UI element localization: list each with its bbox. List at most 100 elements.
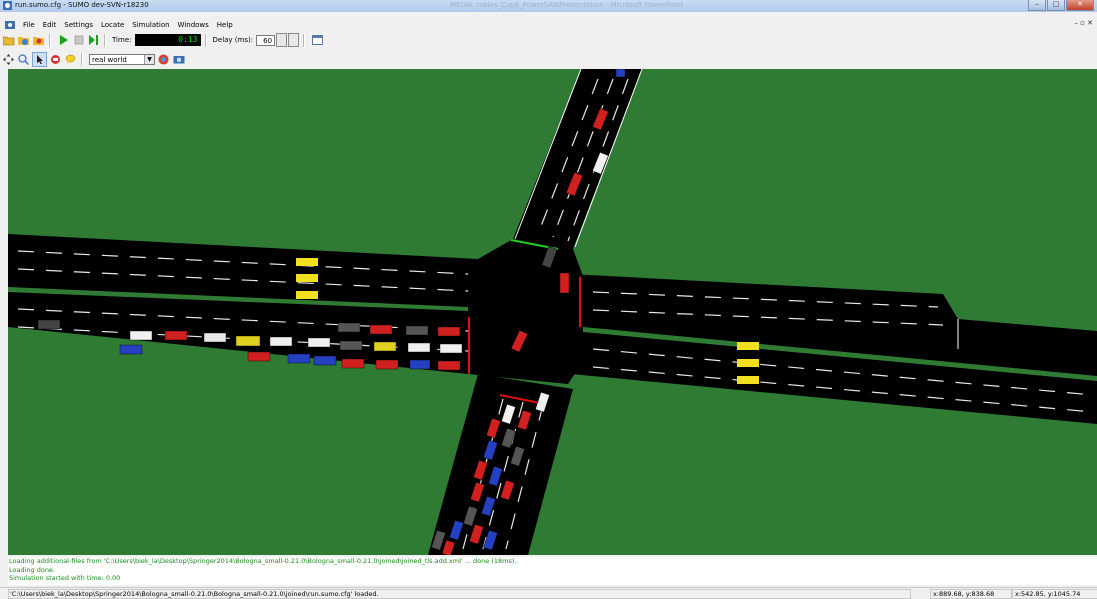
menu-locate[interactable]: Locate	[97, 21, 128, 29]
vehicle	[439, 343, 463, 354]
vehicle	[313, 355, 337, 366]
mdi-window-controls[interactable]: – ▫ ✕	[1074, 19, 1093, 27]
vehicle	[409, 359, 431, 370]
menu-help[interactable]: Help	[213, 21, 237, 29]
reload-icon	[32, 36, 44, 45]
title-bar: run.sumo.cfg - SUMO dev-SVN-r18230 MEDIA…	[0, 0, 1097, 12]
toolbar-separator	[104, 33, 106, 47]
vehicle	[375, 359, 399, 370]
vehicle	[339, 340, 363, 351]
toolbar-separator	[81, 52, 83, 66]
south-road	[428, 374, 573, 555]
new-view-button[interactable]	[311, 34, 324, 47]
toolbar-separator	[204, 33, 207, 47]
sumo-app-icon	[3, 1, 12, 10]
background-window-title: MEDIA_tables_Cupé_PowerSAWPresentation -…	[450, 1, 684, 9]
color-scheme-select[interactable]: real world ▼	[89, 53, 155, 65]
close-button[interactable]: ✕	[1066, 0, 1094, 11]
locate-edge-button[interactable]	[32, 51, 47, 67]
open-config-button[interactable]	[2, 34, 15, 47]
vehicle	[164, 330, 188, 341]
vehicle	[203, 332, 227, 343]
menu-simulation[interactable]: Simulation	[128, 21, 173, 29]
chevron-down-icon: ▼	[144, 54, 154, 64]
road-network	[8, 69, 1097, 555]
message-log[interactable]: Loading additional-files from 'C:\Users\…	[8, 557, 1097, 585]
vehicle	[341, 358, 365, 369]
vehicle	[373, 341, 397, 352]
vehicle	[235, 335, 261, 347]
north-road	[513, 69, 642, 249]
status-bar: 'C:\Users\biek_la\Desktop\Springer2014\B…	[0, 587, 1097, 599]
vehicle	[129, 330, 153, 341]
menu-windows[interactable]: Windows	[174, 21, 213, 29]
locate-vehicle-icon	[51, 54, 60, 64]
edit-coloring-button[interactable]	[157, 53, 170, 66]
locate-vehicle-button[interactable]	[49, 53, 62, 66]
recenter-button[interactable]	[2, 53, 15, 66]
minimize-button[interactable]: –	[1028, 0, 1046, 11]
locate-poi-icon	[65, 54, 76, 64]
vehicle	[37, 319, 61, 330]
step-button[interactable]	[87, 34, 100, 47]
vehicle	[615, 69, 626, 78]
screenshot-button[interactable]	[172, 53, 185, 66]
locate-edge-icon	[36, 55, 43, 64]
open-config-icon	[2, 36, 14, 45]
simulation-time-display: 0:13	[134, 34, 201, 46]
vehicle	[119, 344, 143, 355]
open-network-icon	[17, 36, 29, 45]
new-view-icon	[312, 35, 324, 45]
delay-slider-button[interactable]	[288, 33, 300, 47]
vehicle	[287, 353, 311, 364]
screenshot-icon	[173, 56, 184, 64]
time-label: Time:	[112, 36, 132, 44]
view-toolbar: real world ▼	[0, 51, 1097, 67]
toolbar-separator	[303, 33, 306, 47]
mdi-child-icon[interactable]	[5, 20, 15, 30]
status-message: 'C:\Users\biek_la\Desktop\Springer2014\B…	[8, 589, 911, 599]
stop-icon	[74, 35, 83, 45]
network-view-canvas[interactable]: 0m 10m	[8, 69, 1097, 555]
locate-junction-button[interactable]	[17, 53, 30, 66]
vehicle	[269, 336, 293, 347]
vehicle	[247, 351, 271, 362]
stop-button[interactable]	[72, 34, 85, 47]
color-scheme-value: real world	[92, 55, 127, 64]
menu-edit[interactable]: Edit	[39, 21, 61, 29]
menu-bar: File Edit Settings Locate Simulation Win…	[0, 18, 1097, 31]
step-icon	[89, 35, 98, 45]
maximize-button[interactable]: □	[1047, 0, 1065, 11]
vehicle	[437, 326, 461, 337]
vehicle	[405, 325, 429, 336]
delay-input[interactable]: 60	[256, 34, 276, 46]
delay-label: Delay (ms):	[212, 36, 254, 44]
intersection	[478, 239, 583, 384]
vehicle	[437, 360, 461, 371]
menu-file[interactable]: File	[19, 21, 39, 29]
reload-button[interactable]	[32, 34, 45, 47]
window-title: run.sumo.cfg - SUMO dev-SVN-r18230	[15, 1, 149, 9]
log-line: Simulation started with time: 0.00	[9, 574, 121, 582]
vehicle	[307, 337, 331, 348]
recenter-icon	[3, 53, 14, 65]
menu-settings[interactable]: Settings	[60, 21, 97, 29]
open-network-button[interactable]	[17, 34, 30, 47]
log-line: Loading done.	[9, 565, 55, 574]
vehicle	[369, 324, 393, 335]
pedestrian-crossing-east	[737, 342, 759, 384]
window-controls: – □ ✕	[1028, 0, 1094, 11]
log-line: Loading additional-files from 'C:\Users\…	[9, 557, 517, 565]
pedestrian-crossing-west	[296, 258, 318, 299]
locate-junction-icon	[18, 53, 29, 65]
east-road	[571, 274, 1097, 424]
toolbar-separator	[49, 33, 51, 47]
delay-spinner[interactable]	[276, 33, 288, 47]
edit-coloring-icon	[158, 54, 169, 64]
main-toolbar: Time: 0:13 Delay (ms): 60	[0, 32, 1097, 48]
vehicle	[337, 322, 361, 333]
geo-coordinates: x:542.85, y:1045.74	[1012, 589, 1097, 599]
vehicle	[559, 272, 570, 294]
locate-poi-button[interactable]	[64, 53, 77, 66]
run-button[interactable]	[57, 34, 70, 47]
